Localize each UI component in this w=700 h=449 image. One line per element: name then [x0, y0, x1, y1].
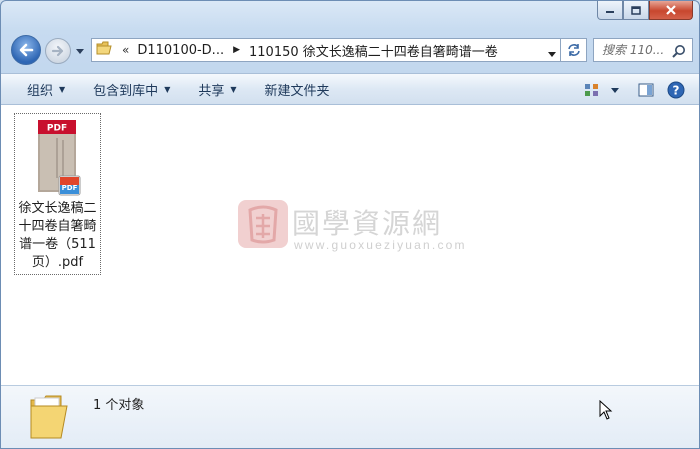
address-bar[interactable]: « D110100-D... ▶ 110150 徐文长逸稿二十四卷自箸畸谱一卷 — [91, 38, 561, 62]
minimize-button[interactable] — [597, 1, 623, 20]
file-name[interactable]: 徐文长逸稿二十四卷自箸畸谱一卷（511页）.pdf — [15, 200, 100, 272]
help-icon: ? — [667, 81, 685, 99]
minimize-icon — [606, 11, 614, 13]
address-overflow-chevron[interactable]: « — [122, 43, 129, 57]
mouse-cursor-icon — [599, 399, 613, 423]
explorer-window: « D110100-D... ▶ 110150 徐文长逸稿二十四卷自箸畸谱一卷 … — [0, 0, 700, 449]
address-dropdown-button[interactable] — [548, 46, 556, 61]
breadcrumb-parent[interactable]: D110100-D... — [137, 43, 224, 58]
details-pane: 1 个对象 — [1, 385, 699, 448]
forward-button[interactable] — [45, 38, 71, 64]
file-item[interactable]: PDF PDF 徐文长逸稿二十四卷自箸畸谱一卷（511页）.pdf — [14, 113, 101, 275]
share-label: 共享 — [198, 83, 225, 99]
maximize-icon — [631, 5, 641, 15]
caption-buttons — [597, 1, 693, 20]
svg-text:?: ? — [673, 84, 680, 98]
chevron-down-icon: ▼ — [230, 84, 237, 94]
file-list-pane[interactable]: PDF PDF 徐文长逸稿二十四卷自箸畸谱一卷（511页）.pdf 國學資源網 … — [1, 105, 699, 385]
breadcrumb-separator-icon[interactable]: ▶ — [233, 45, 240, 55]
search-icon[interactable] — [672, 44, 686, 61]
watermark-title: 國學資源網 — [292, 207, 443, 240]
pdf-badge-text: PDF — [47, 124, 67, 134]
command-bar: 组织 ▼ 包含到库中 ▼ 共享 ▼ 新建文件夹 ? — [1, 73, 699, 105]
chevron-down-icon — [611, 87, 619, 93]
search-input[interactable] — [602, 43, 672, 57]
search-box[interactable] — [593, 38, 693, 62]
new-folder-button[interactable]: 新建文件夹 — [255, 77, 340, 101]
folder-icon — [96, 41, 112, 59]
view-controls: ? — [577, 78, 691, 102]
refresh-button[interactable] — [561, 38, 587, 62]
folder-icon — [27, 392, 73, 445]
share-button[interactable]: 共享 ▼ — [188, 77, 246, 101]
svg-text:PDF: PDF — [62, 184, 78, 192]
close-icon — [666, 5, 676, 15]
refresh-icon — [567, 44, 580, 56]
help-button[interactable]: ? — [661, 78, 691, 102]
include-in-library-button[interactable]: 包含到库中 ▼ — [83, 77, 180, 101]
chevron-down-icon — [76, 48, 84, 54]
forward-arrow-icon — [51, 45, 64, 57]
change-view-button[interactable] — [577, 78, 607, 102]
view-options-dropdown[interactable] — [607, 78, 623, 102]
back-button[interactable] — [11, 35, 41, 65]
view-grid-icon — [585, 84, 598, 96]
organize-button[interactable]: 组织 ▼ — [1, 77, 75, 101]
navigation-bar: « D110100-D... ▶ 110150 徐文长逸稿二十四卷自箸畸谱一卷 — [9, 34, 693, 66]
item-count: 1 个对象 — [93, 398, 145, 413]
watermark-url: www.guoxueziyuan.com — [294, 238, 467, 252]
recent-pages-dropdown[interactable] — [75, 46, 85, 56]
maximize-button[interactable] — [623, 1, 649, 20]
chevron-down-icon: ▼ — [59, 84, 66, 94]
include-in-library-label: 包含到库中 — [93, 83, 159, 99]
back-arrow-icon — [19, 43, 34, 57]
new-folder-label: 新建文件夹 — [264, 83, 330, 99]
pdf-file-icon: PDF PDF — [37, 118, 81, 196]
watermark-logo — [238, 200, 288, 248]
breadcrumb-current[interactable]: 110150 徐文长逸稿二十四卷自箸畸谱一卷 — [249, 41, 498, 60]
chevron-down-icon: ▼ — [164, 84, 171, 94]
chevron-down-icon — [548, 52, 556, 57]
preview-pane-icon — [638, 83, 654, 97]
preview-pane-button[interactable] — [631, 78, 661, 102]
watermark: 國學資源網 www.guoxueziyuan.com — [238, 200, 478, 260]
organize-label: 组织 — [27, 83, 54, 99]
close-button[interactable] — [649, 1, 693, 20]
